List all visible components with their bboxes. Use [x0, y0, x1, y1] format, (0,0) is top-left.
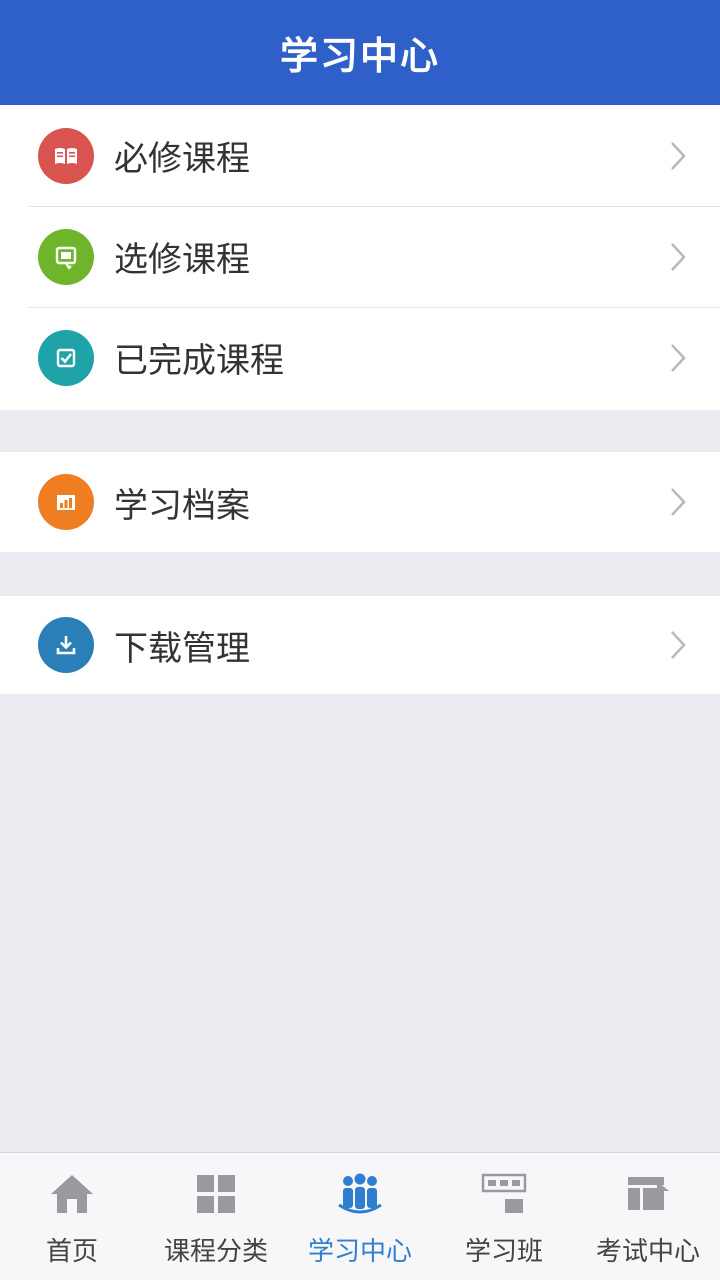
- menu-item-required-courses[interactable]: 必修课程: [0, 105, 720, 206]
- menu-item-label: 下载管理: [114, 628, 250, 669]
- home-icon: [45, 1167, 99, 1221]
- menu-group-download: 下载管理: [0, 596, 720, 694]
- chevron-right-icon: [658, 482, 698, 522]
- checkbox-icon: [38, 329, 94, 386]
- menu-item-learning-archive[interactable]: 学习档案: [0, 452, 720, 552]
- download-icon: [38, 617, 94, 673]
- menu-item-label: 选修课程: [114, 240, 250, 280]
- menu-group-archive: 学习档案: [0, 452, 720, 552]
- menu-item-elective-courses[interactable]: 选修课程: [0, 206, 720, 307]
- chevron-right-icon: [658, 338, 698, 378]
- chart-icon: [38, 474, 94, 530]
- chevron-right-icon: [658, 136, 698, 176]
- people-icon: [333, 1167, 387, 1221]
- tab-label: 学习班: [464, 1237, 543, 1267]
- class-icon: [477, 1167, 531, 1221]
- menu-item-download-management[interactable]: 下载管理: [0, 596, 720, 694]
- elective-icon: [38, 228, 94, 285]
- grid-icon: [189, 1167, 243, 1221]
- tab-label: 首页: [45, 1237, 98, 1267]
- exam-icon: [621, 1167, 675, 1221]
- menu-group-courses: 必修课程 选修课程 已完成课程: [0, 105, 720, 410]
- tab-learning-center[interactable]: 学习中心: [288, 1153, 432, 1280]
- menu-item-completed-courses[interactable]: 已完成课程: [0, 307, 720, 408]
- menu-item-label: 必修课程: [114, 139, 250, 179]
- menu-item-label: 已完成课程: [114, 341, 284, 381]
- tab-label: 考试中心: [595, 1237, 700, 1267]
- tab-home[interactable]: 首页: [0, 1153, 144, 1280]
- menu-item-label: 学习档案: [114, 485, 250, 526]
- tab-course-categories[interactable]: 课程分类: [144, 1153, 288, 1280]
- bottom-tab-bar: 首页 课程分类 学习中心 学习班 考试中心: [0, 1152, 720, 1280]
- tab-label: 学习中心: [307, 1237, 412, 1267]
- book-icon: [38, 127, 94, 184]
- chevron-right-icon: [658, 237, 698, 277]
- nav-header: 学习中心: [0, 0, 720, 105]
- tab-label: 课程分类: [163, 1237, 268, 1267]
- tab-exam-center[interactable]: 考试中心: [576, 1153, 720, 1280]
- tab-study-class[interactable]: 学习班: [432, 1153, 576, 1280]
- chevron-right-icon: [658, 625, 698, 665]
- app-root: 学习中心 必修课程 选修课程 已完成课程 学习档案 下载管理 首页 课程分类 学…: [0, 0, 720, 1280]
- page-title: 学习中心: [279, 34, 440, 78]
